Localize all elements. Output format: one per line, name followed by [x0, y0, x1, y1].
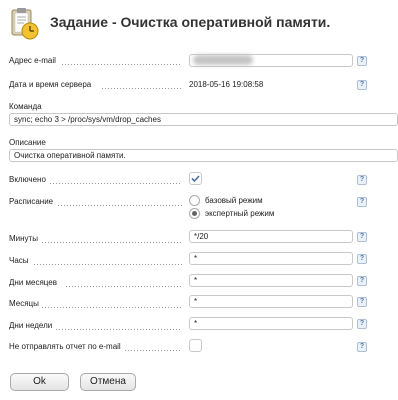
- enabled-label: Включено: [9, 175, 46, 184]
- checkmark-icon: [191, 175, 200, 183]
- description-label: Описание: [9, 138, 46, 147]
- weekdays-label: Дни недели: [9, 321, 53, 330]
- hours-label: Часы: [9, 256, 29, 265]
- minutes-field[interactable]: */20: [189, 230, 353, 243]
- enabled-checkbox[interactable]: [189, 172, 202, 185]
- months-field[interactable]: *: [189, 295, 353, 308]
- help-icon-email[interactable]: ?: [357, 56, 367, 66]
- server-datetime-value: 2018-05-16 19:08:58: [189, 80, 264, 89]
- server-datetime-label: Дата и время сервера: [9, 80, 92, 89]
- schedule-basic-label[interactable]: базовый режим: [205, 196, 263, 205]
- help-icon-no-report[interactable]: ?: [357, 342, 367, 352]
- help-icon-schedule[interactable]: ?: [357, 197, 367, 207]
- command-label: Команда: [9, 102, 42, 111]
- no-report-label: Не отправлять отчет по e-mail: [9, 342, 121, 351]
- dotted-leader: [102, 88, 182, 89]
- help-icon-enabled[interactable]: ?: [357, 175, 367, 185]
- dotted-leader: [34, 264, 182, 265]
- description-field[interactable]: Очистка оперативной памяти.: [9, 149, 398, 162]
- months-label: Месяцы: [9, 299, 39, 308]
- dotted-leader: [50, 183, 182, 184]
- help-icon-datetime[interactable]: ?: [357, 80, 367, 90]
- task-clipboard-icon: [11, 8, 39, 40]
- dotted-leader: [42, 307, 182, 308]
- dotted-leader: [42, 242, 182, 243]
- help-icon-hours[interactable]: ?: [357, 254, 367, 264]
- help-icon-weekdays[interactable]: ?: [357, 319, 367, 329]
- days-of-month-field[interactable]: *: [189, 274, 353, 287]
- help-icon-minutes[interactable]: ?: [357, 232, 367, 242]
- schedule-basic-radio[interactable]: [189, 195, 200, 206]
- dotted-leader: [62, 64, 182, 65]
- ok-button[interactable]: Ok: [10, 373, 69, 391]
- weekdays-field[interactable]: *: [189, 317, 353, 330]
- cancel-button[interactable]: Отмена: [80, 373, 136, 391]
- dotted-leader: [125, 350, 182, 351]
- help-icon-months[interactable]: ?: [357, 297, 367, 307]
- schedule-label: Расписание: [9, 197, 54, 206]
- no-report-checkbox[interactable]: [189, 339, 202, 352]
- email-label: Адрес e-mail: [9, 56, 56, 65]
- schedule-expert-radio[interactable]: [189, 208, 200, 219]
- dotted-leader: [66, 286, 182, 287]
- hours-field[interactable]: *: [189, 252, 353, 265]
- command-field[interactable]: sync; echo 3 > /proc/sys/vm/drop_caches: [9, 113, 398, 126]
- help-icon-days[interactable]: ?: [357, 276, 367, 286]
- redacted-email: [193, 55, 253, 65]
- dotted-leader: [58, 205, 182, 206]
- dotted-leader: [56, 329, 182, 330]
- schedule-expert-label[interactable]: экспертный режим: [205, 209, 274, 218]
- minutes-label: Минуты: [9, 234, 38, 243]
- page-title: Задание - Очистка оперативной памяти.: [50, 14, 331, 30]
- days-of-month-label: Дни месяцев: [9, 278, 57, 287]
